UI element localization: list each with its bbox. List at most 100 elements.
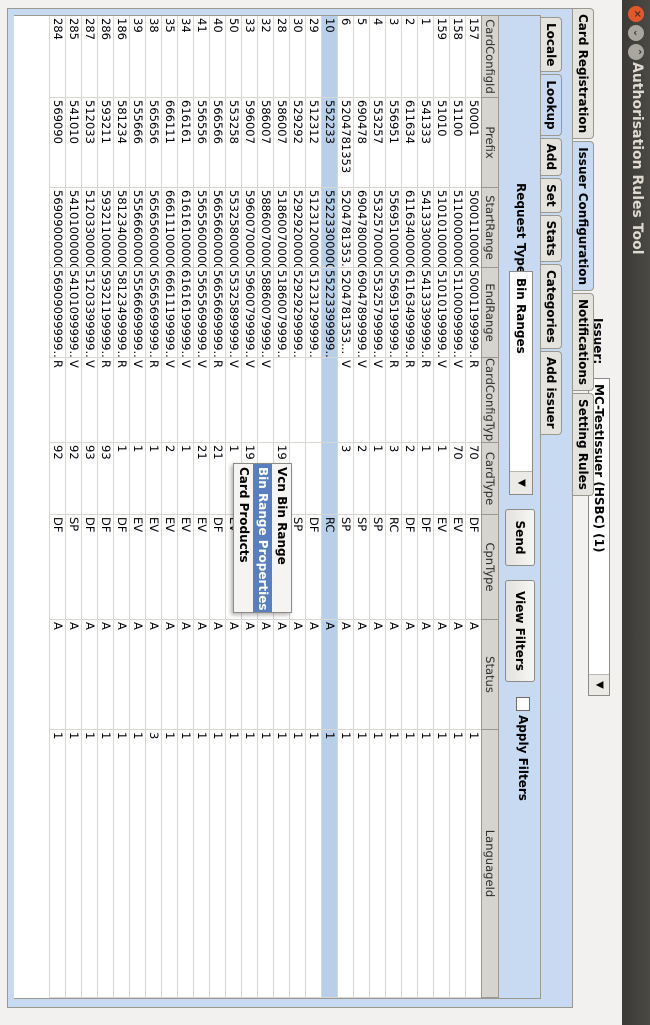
apply-filters-checkbox[interactable] bbox=[516, 697, 530, 711]
tab-card-registration[interactable]: Card Registration bbox=[573, 8, 594, 140]
table-cell: A bbox=[82, 620, 97, 730]
table-cell: 586007 bbox=[258, 98, 273, 188]
table-cell: 616161 bbox=[178, 98, 193, 188]
table-cell: A bbox=[66, 620, 81, 730]
table-header: CardConfigId Prefix StartRange EndRange Card… bbox=[481, 16, 498, 998]
menu-item-vcn-bin-range[interactable]: Vcn Bin Range bbox=[272, 464, 291, 612]
table-cell: RC bbox=[386, 515, 401, 620]
table-row[interactable]: 158 51100 51100000000... 51100099999... V 70 E… bbox=[449, 16, 465, 998]
table-cell: R bbox=[466, 358, 481, 443]
table-cell: 50 bbox=[226, 16, 241, 98]
column-header-card-type[interactable]: CardType bbox=[482, 443, 498, 515]
table-cell: 1 bbox=[466, 730, 481, 998]
table-row[interactable]: 10 552233 55223300000... 55223399999... RC A 1 bbox=[321, 16, 337, 998]
table-row[interactable]: 186 581234 58123400000... 58123499999... R 1 D… bbox=[113, 16, 129, 998]
table-cell: V bbox=[338, 358, 353, 443]
table-row[interactable]: 286 593211 59321100000... 59321199999... R 93… bbox=[97, 16, 113, 998]
table-row[interactable]: 35 666111 66611100000... 66611199999... V 2 EV… bbox=[161, 16, 177, 998]
table-cell: 1 bbox=[114, 730, 129, 998]
table-cell: 55325800000... bbox=[226, 188, 241, 268]
column-header-cpn-type[interactable]: CpnType bbox=[482, 515, 498, 620]
table-row[interactable]: 159 51010 51010100000... 51010199999... V 1 EV… bbox=[433, 16, 449, 998]
table-cell: 3 bbox=[146, 730, 161, 998]
table-cell: R bbox=[98, 358, 113, 443]
table-cell: 59600799999... bbox=[242, 268, 257, 358]
tab-stats[interactable]: Stats bbox=[541, 214, 562, 262]
table-cell: 66611199999... bbox=[162, 268, 177, 358]
table-cell: 92 bbox=[66, 443, 81, 515]
table-cell: 58123400000... bbox=[114, 188, 129, 268]
table-row[interactable]: 2 611634 61163400000... 61163499999... R 2 DF A… bbox=[401, 16, 417, 998]
table-row[interactable]: 38 565656 56565600000... 56565699999... R 1 EV… bbox=[145, 16, 161, 998]
table-row[interactable]: 39 555666 55566600000... 55566699999... V 1 EV… bbox=[129, 16, 145, 998]
table-row[interactable]: 157 50001 50001100000... 50001199999... R 70 D… bbox=[465, 16, 481, 998]
menu-item-bin-range-properties[interactable]: Bin Range Properties bbox=[253, 464, 272, 612]
table-row[interactable]: 34 616161 61616100000... 61616199999... V 1 EV… bbox=[177, 16, 193, 998]
table-cell: 56656699999... bbox=[210, 268, 225, 358]
table-row[interactable]: 40 566566 56656600000... 56656699999... R 21 D… bbox=[209, 16, 225, 998]
tab-locale[interactable]: Locale bbox=[541, 17, 562, 73]
table-cell: 51231200000... bbox=[306, 188, 321, 268]
table-cell: 1 bbox=[370, 443, 385, 515]
table-cell: 541333 bbox=[418, 98, 433, 188]
table-cell: 1 bbox=[418, 443, 433, 515]
table-cell: 51203399999... bbox=[82, 268, 97, 358]
table-cell: A bbox=[386, 620, 401, 730]
table-cell: 1 bbox=[146, 443, 161, 515]
tab-add-issuer[interactable]: Add issuer bbox=[541, 350, 562, 435]
apply-filters-toggle[interactable]: Apply Filters bbox=[516, 697, 530, 801]
table-cell: 51860070000... bbox=[274, 188, 289, 268]
request-type-select[interactable]: Bin Ranges ▼ bbox=[509, 271, 533, 495]
table-row[interactable]: 3 556951 55695100000... 55695199999... R 3 RC A… bbox=[385, 16, 401, 998]
menu-item-card-products[interactable]: Card Products bbox=[234, 464, 253, 612]
view-filters-button[interactable]: View Filters bbox=[505, 580, 535, 682]
table-cell: 552233 bbox=[322, 98, 337, 188]
minimize-icon[interactable]: ⌄ bbox=[628, 25, 644, 41]
table-cell: 3 bbox=[386, 443, 401, 515]
table-row[interactable]: 1 541333 54133300000... 54133399999... R 1 DF A… bbox=[417, 16, 433, 998]
table-row[interactable]: 29 512312 51231200000... 51231299999... DF A 1 bbox=[305, 16, 321, 998]
tab-notifications[interactable]: Notifications bbox=[573, 293, 594, 392]
table-row[interactable]: 6 5204781353 5204781353... 5204781353... V 3 S… bbox=[337, 16, 353, 998]
column-header-status[interactable]: Status bbox=[482, 620, 498, 730]
column-header-end-range[interactable]: EndRange bbox=[482, 268, 498, 358]
table-cell: 55695100000... bbox=[386, 188, 401, 268]
column-header-card-config-type[interactable]: CardConfigType bbox=[482, 358, 498, 443]
table-cell: R bbox=[386, 358, 401, 443]
maximize-icon[interactable]: ⌃ bbox=[628, 44, 644, 60]
table-row[interactable]: 284 569090 56909000000... 56909099999... R 92… bbox=[49, 16, 65, 998]
tab-categories[interactable]: Categories bbox=[541, 263, 562, 349]
column-header-language-id[interactable]: LanguageId bbox=[482, 730, 498, 998]
table-row[interactable]: 41 556556 55655600000... 55655699999... V 21 E… bbox=[193, 16, 209, 998]
tab-add[interactable]: Add bbox=[541, 137, 562, 177]
table-cell: 35 bbox=[162, 16, 177, 98]
table-row[interactable]: 285 541010 54101000000... 54101099999... V 92… bbox=[65, 16, 81, 998]
title-bar[interactable]: ✕ ⌄ ⌃ Authorisation Rules Tool bbox=[622, 0, 650, 1025]
table-row[interactable]: 4 553257 55325700000... 55325799999... V 1 SP A… bbox=[369, 16, 385, 998]
table-cell: 54101000000... bbox=[66, 188, 81, 268]
tab-lookup[interactable]: Lookup bbox=[541, 74, 562, 136]
tab-issuer-configuration[interactable]: Issuer Configuration bbox=[573, 141, 594, 292]
tab-set[interactable]: Set bbox=[541, 178, 562, 213]
table-cell bbox=[290, 443, 305, 515]
table-cell: 39 bbox=[130, 16, 145, 98]
table-cell: 4 bbox=[370, 16, 385, 98]
send-button[interactable]: Send bbox=[505, 509, 535, 566]
table-cell: 159 bbox=[434, 16, 449, 98]
column-header-start-range[interactable]: StartRange bbox=[482, 188, 498, 268]
table-cell: 52929299999... bbox=[290, 268, 305, 358]
table-cell: EV bbox=[178, 515, 193, 620]
table-cell: A bbox=[258, 620, 273, 730]
table-cell: 3 bbox=[386, 16, 401, 98]
column-header-prefix[interactable]: Prefix bbox=[482, 98, 498, 188]
table-row[interactable]: 287 512033 51203300000... 51203399999... V 93… bbox=[81, 16, 97, 998]
table-cell: 553258 bbox=[226, 98, 241, 188]
table-cell: 56565600000... bbox=[146, 188, 161, 268]
tab-setting-rules[interactable]: Setting Rules bbox=[573, 393, 594, 496]
chevron-down-icon[interactable]: ▼ bbox=[510, 471, 532, 494]
chevron-down-icon[interactable]: ▼ bbox=[589, 674, 609, 695]
close-icon[interactable]: ✕ bbox=[628, 6, 644, 22]
table-row[interactable]: 5 690478 69047800000... 69047899999... V 2 SP A… bbox=[353, 16, 369, 998]
column-header-card-config-id[interactable]: CardConfigId bbox=[482, 16, 498, 98]
table-cell: 61163400000... bbox=[402, 188, 417, 268]
